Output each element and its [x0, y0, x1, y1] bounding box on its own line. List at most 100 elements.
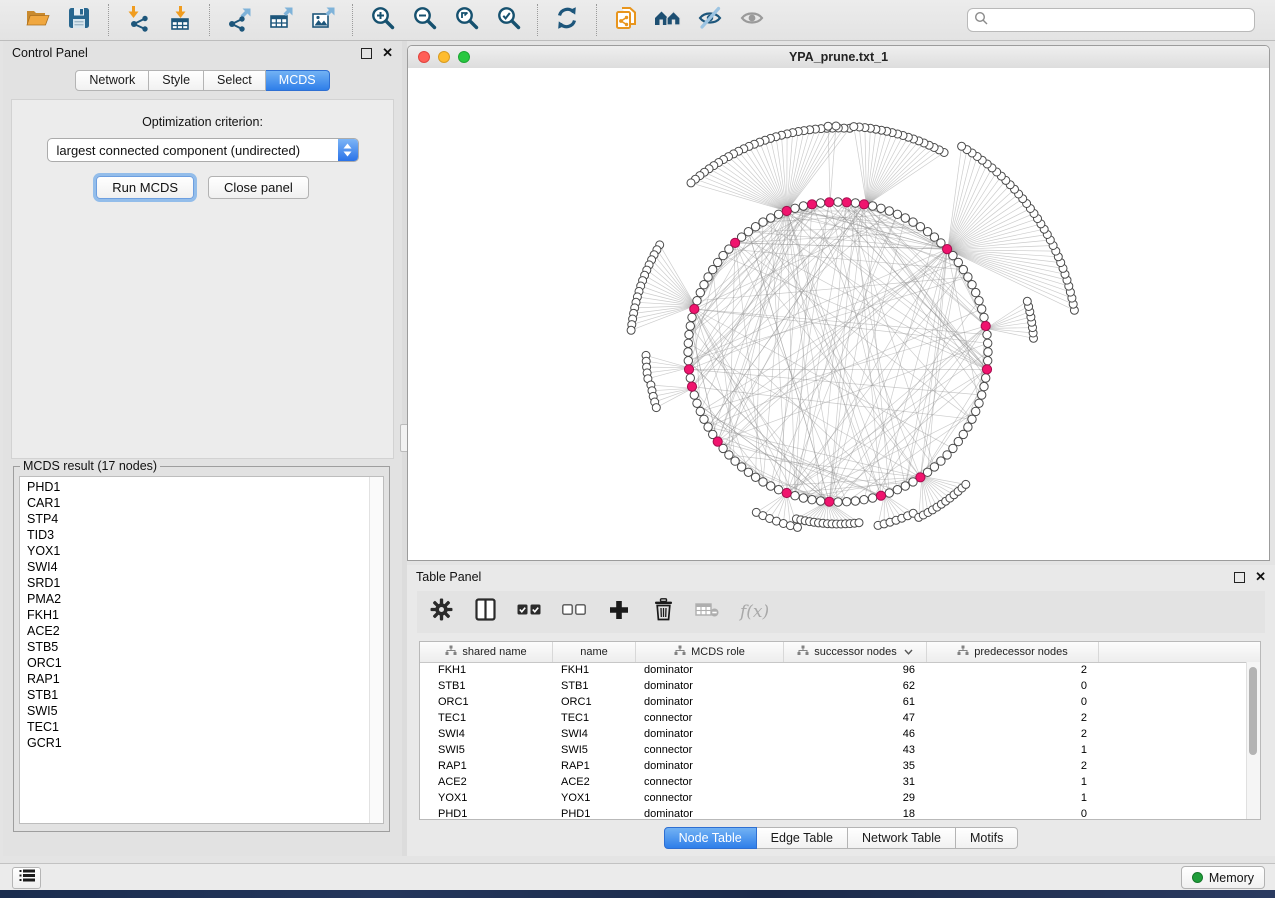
- run-mcds-button[interactable]: Run MCDS: [96, 176, 194, 199]
- mcds-result-listbox: PHD1CAR1STP4TID3YOX1SWI4SRD1PMA2FKH1ACE2…: [19, 476, 384, 824]
- table-cell: YOX1: [553, 792, 636, 804]
- fx-icon: f(x): [740, 602, 769, 622]
- table-cell: STB1: [553, 680, 636, 692]
- column-header-successor-nodes[interactable]: successor nodes: [784, 642, 927, 662]
- table-cell: dominator: [636, 808, 784, 819]
- zoom-selected-button[interactable]: [491, 4, 525, 36]
- table-row[interactable]: FKH1FKH1dominator962: [420, 662, 1247, 678]
- zoom-in-button[interactable]: [365, 4, 399, 36]
- tab-style[interactable]: Style: [149, 70, 204, 91]
- mcds-list-item[interactable]: STP4: [27, 511, 370, 527]
- close-panel-button[interactable]: ✕: [382, 48, 393, 58]
- search-input[interactable]: [993, 12, 1248, 28]
- float-table-panel-button[interactable]: [1234, 572, 1245, 583]
- table-cell: YOX1: [420, 792, 553, 804]
- table-cell: 62: [784, 680, 927, 692]
- table-row[interactable]: YOX1YOX1connector291: [420, 790, 1247, 806]
- table-row[interactable]: RAP1RAP1dominator352: [420, 758, 1247, 774]
- table-scrollbar[interactable]: [1246, 662, 1260, 819]
- mcds-list-item[interactable]: RAP1: [27, 671, 370, 687]
- mcds-list-item[interactable]: PHD1: [27, 479, 370, 495]
- table-cell: 1: [927, 776, 1099, 788]
- search-box[interactable]: [967, 8, 1255, 32]
- mcds-list-item[interactable]: ACE2: [27, 623, 370, 639]
- table-cell: 35: [784, 760, 927, 772]
- tab-edge-table[interactable]: Edge Table: [757, 827, 848, 849]
- table-row[interactable]: TEC1TEC1connector472: [420, 710, 1247, 726]
- float-panel-button[interactable]: [361, 48, 372, 59]
- apply-function-button-disabled[interactable]: f(x): [740, 597, 769, 627]
- table-row[interactable]: STB1STB1dominator620: [420, 678, 1247, 694]
- table-row[interactable]: SWI5SWI5connector431: [420, 742, 1247, 758]
- mcds-buttons-row: Run MCDS Close panel: [12, 176, 393, 199]
- table-cell: SWI5: [420, 744, 553, 756]
- mcds-list-item[interactable]: FKH1: [27, 607, 370, 623]
- import-table-button[interactable]: [163, 4, 197, 36]
- clone-network-button[interactable]: [609, 4, 643, 36]
- zoom-fit-button[interactable]: [449, 4, 483, 36]
- mcds-list-item[interactable]: SWI5: [27, 703, 370, 719]
- network-canvas[interactable]: [408, 68, 1269, 560]
- hide-selected-button[interactable]: [693, 4, 727, 36]
- zoom-out-button[interactable]: [407, 4, 441, 36]
- table-settings-button[interactable]: [429, 597, 453, 627]
- close-mcds-panel-button[interactable]: Close panel: [208, 176, 309, 199]
- tab-node-table[interactable]: Node Table: [664, 827, 757, 849]
- refresh-icon: [553, 4, 581, 37]
- table-cell: 0: [927, 696, 1099, 708]
- table-cell: 43: [784, 744, 927, 756]
- import-network-button[interactable]: [121, 4, 155, 36]
- export-table-button[interactable]: [264, 4, 298, 36]
- table-cell: connector: [636, 712, 784, 724]
- table-cell: 0: [927, 808, 1099, 819]
- column-header-name[interactable]: name: [553, 642, 636, 662]
- table-row[interactable]: PHD1PHD1dominator180: [420, 806, 1247, 819]
- mcds-list-item[interactable]: PMA2: [27, 591, 370, 607]
- mcds-list-item[interactable]: SRD1: [27, 575, 370, 591]
- show-columns-button[interactable]: [473, 597, 497, 627]
- deselect-all-rows-button[interactable]: [562, 597, 587, 627]
- table-cell: FKH1: [420, 664, 553, 676]
- tab-motifs[interactable]: Motifs: [956, 827, 1018, 849]
- open-file-button[interactable]: [20, 4, 54, 36]
- create-column-button[interactable]: [607, 597, 631, 627]
- panel-menu-button[interactable]: [12, 867, 41, 889]
- memory-status-icon: [1192, 872, 1203, 883]
- mcds-list-item[interactable]: ORC1: [27, 655, 370, 671]
- mcds-list-item[interactable]: TID3: [27, 527, 370, 543]
- delete-column-button[interactable]: [651, 597, 675, 627]
- column-type-icon: [445, 645, 457, 659]
- tab-network[interactable]: Network: [75, 70, 149, 91]
- column-header-shared-name[interactable]: shared name: [420, 642, 553, 662]
- mcds-list-scrollbar[interactable]: [369, 477, 383, 823]
- table-row[interactable]: ACE2ACE2connector311: [420, 774, 1247, 790]
- table-row[interactable]: SWI4SWI4dominator462: [420, 726, 1247, 742]
- close-table-panel-button[interactable]: ✕: [1255, 572, 1266, 582]
- mcds-list-item[interactable]: CAR1: [27, 495, 370, 511]
- trash-icon: [653, 598, 674, 626]
- delete-table-button-disabled[interactable]: [695, 597, 720, 627]
- column-header-predecessor-nodes[interactable]: predecessor nodes: [927, 642, 1099, 662]
- mcds-list-item[interactable]: STB5: [27, 639, 370, 655]
- save-session-button[interactable]: [62, 4, 96, 36]
- memory-button[interactable]: Memory: [1181, 866, 1265, 889]
- mcds-list-item[interactable]: TEC1: [27, 719, 370, 735]
- first-neighbors-button[interactable]: [651, 4, 685, 36]
- mcds-list-item[interactable]: STB1: [27, 687, 370, 703]
- column-header-mcds-role[interactable]: MCDS role: [636, 642, 784, 662]
- refresh-layout-button[interactable]: [550, 4, 584, 36]
- tab-mcds[interactable]: MCDS: [266, 70, 330, 91]
- table-scrollbar-thumb[interactable]: [1249, 667, 1257, 755]
- export-image-button[interactable]: [306, 4, 340, 36]
- export-network-button[interactable]: [222, 4, 256, 36]
- mcds-list-item[interactable]: YOX1: [27, 543, 370, 559]
- select-all-rows-button[interactable]: [517, 597, 542, 627]
- mcds-list-item[interactable]: SWI4: [27, 559, 370, 575]
- network-view-window: YPA_prune.txt_1: [407, 45, 1270, 561]
- tab-select[interactable]: Select: [204, 70, 266, 91]
- optimization-select[interactable]: largest connected component (undirected): [47, 138, 359, 162]
- show-all-button[interactable]: [735, 4, 769, 36]
- table-row[interactable]: ORC1ORC1dominator610: [420, 694, 1247, 710]
- tab-network-table[interactable]: Network Table: [848, 827, 956, 849]
- mcds-list-item[interactable]: GCR1: [27, 735, 370, 751]
